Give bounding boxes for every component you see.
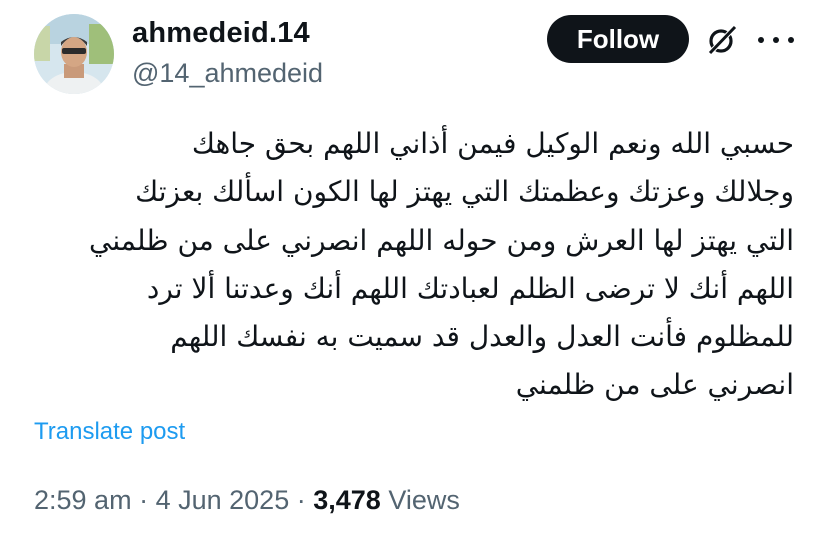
views-count[interactable]: 3,478 xyxy=(313,485,381,515)
profile-photo-icon xyxy=(34,14,114,94)
post-text-line: التي يهتز لها العرش ومن حوله اللهم انصرن… xyxy=(89,223,794,257)
dot-icon xyxy=(788,37,794,43)
post-text-line: حسبي الله ونعم الوكيل فيمن أذاني اللهم ب… xyxy=(191,127,794,160)
views-label: Views xyxy=(388,485,460,515)
display-name[interactable]: ahmedeid.14 xyxy=(132,17,310,50)
post-meta: 2:59 am · 4 Jun 2025 · 3,478 Views xyxy=(34,485,460,516)
dot-icon xyxy=(773,37,779,43)
translate-post-link[interactable]: Translate post xyxy=(34,418,185,446)
post-text: حسبي الله ونعم الوكيل فيمن أذاني اللهم ب… xyxy=(34,120,794,410)
post-text-line: اللهم أنك لا ترضى الظلم لعبادتك اللهم أن… xyxy=(146,271,794,305)
post-time[interactable]: 2:59 am xyxy=(34,485,132,515)
follow-button[interactable]: Follow xyxy=(547,15,689,63)
meta-separator: · xyxy=(296,485,306,515)
avatar[interactable] xyxy=(34,14,114,94)
meta-separator: · xyxy=(139,485,149,515)
grok-icon[interactable] xyxy=(704,22,740,58)
post-text-line: للمظلوم فأنت العدل والعدل قد سميت به نفس… xyxy=(170,320,794,354)
post-text-line: وجلالك وعزتك وعظمتك التي يهتز لها الكون … xyxy=(135,175,794,209)
more-options-icon[interactable] xyxy=(758,26,794,54)
post-header: ahmedeid.14 @14_ahmedeid Follow xyxy=(0,0,828,110)
dot-icon xyxy=(758,37,764,43)
post-text-line: انصرني على من ظلمني xyxy=(515,368,794,402)
user-handle[interactable]: @14_ahmedeid xyxy=(132,58,323,89)
post-date[interactable]: 4 Jun 2025 xyxy=(156,485,290,515)
